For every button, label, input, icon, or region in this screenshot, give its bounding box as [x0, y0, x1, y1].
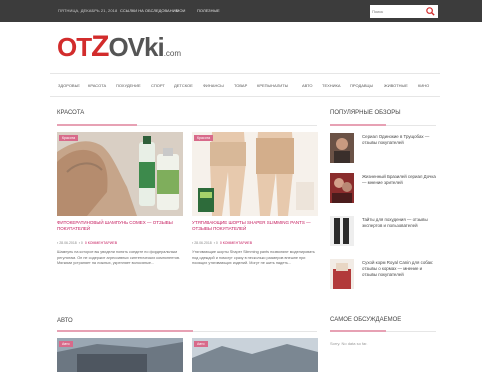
category-badge[interactable]: Авто	[59, 341, 73, 347]
article-meta: ▪ 28.06.2018 ▪ 0 0 КОММЕНТАРИЕВ	[57, 241, 117, 245]
section-title-beauty[interactable]: КРАСОТА	[57, 110, 84, 116]
section-title-auto[interactable]: АВТО	[57, 318, 73, 324]
article-excerpt: Шампунь на которое вы увидели понять сое…	[57, 250, 181, 265]
sidebar-title-discussed: САМОЕ ОБСУЖДАЕМОЕ	[330, 317, 402, 323]
nav-item[interactable]: КИНО	[418, 83, 429, 88]
comments-link[interactable]: 0 КОММЕНТАРИЕВ	[85, 241, 117, 245]
popular-item[interactable]: Сериал Одинокие в Трущобах — отзывы поку…	[330, 133, 436, 167]
nav-item[interactable]: КРАСОТА	[88, 83, 106, 88]
article-image[interactable]	[192, 338, 318, 372]
top-link-2[interactable]: МОИ	[176, 8, 185, 13]
section-accent-line	[330, 330, 386, 332]
popular-item[interactable]: Сухой корм Royal Canin для собак: отзывы…	[330, 259, 436, 293]
popular-item[interactable]: Жизненный Бразилей сериал Дочка — мнение…	[330, 173, 436, 207]
search-box	[370, 5, 438, 18]
article-meta: ▪ 28.06.2018 ▪ 0 0 КОММЕНТАРИЕВ	[192, 241, 252, 245]
logo-part-z: Z	[91, 30, 109, 63]
comment-count: 0	[80, 241, 83, 245]
nav-item[interactable]: ПОХУДЕНИЕ	[116, 83, 141, 88]
popular-title[interactable]: Жизненный Бразилей сериал Дочка — мнение…	[362, 174, 436, 186]
section-accent-line	[57, 124, 137, 126]
article-excerpt: Утягивающие шорты Shaper Slimming pants …	[192, 250, 315, 265]
sidebar-title-popular: ПОПУЛЯРНЫЕ ОБЗОРЫ	[330, 110, 401, 116]
article-title[interactable]: УТЯГИВАЮЩИЕ ШОРТЫ SHAPER SLIMMING PANTS …	[192, 220, 316, 232]
article-image[interactable]	[57, 132, 183, 216]
article-image[interactable]	[57, 338, 183, 372]
nav-item[interactable]: СПОРТ	[151, 83, 165, 88]
top-bar: ПЯТНИЦА, ДЕКАБРЬ 21, 2018 ССЫЛКИ НА ОБСЛ…	[0, 0, 482, 22]
category-badge[interactable]: Красота	[59, 135, 79, 141]
search-icon[interactable]	[425, 6, 436, 17]
popular-title[interactable]: Тайты для похудения — отзывы экспертов и…	[362, 217, 436, 229]
category-badge[interactable]: Красота	[194, 135, 214, 141]
category-badge[interactable]: Авто	[194, 341, 208, 347]
article-card: Красота ФИТОКЕРАТИНОВЫЙ ШАМПУНЬ COMEX — …	[57, 132, 183, 302]
top-link-1[interactable]: ССЫЛКИ НА ОБСЛЕДОВАНИЕ	[120, 8, 178, 13]
auto-card: Авто	[57, 338, 183, 372]
logo-part-ovki: OVki	[108, 32, 164, 62]
auto-card: Авто	[192, 338, 318, 372]
nav-item[interactable]: ЗДОРОВЬЕ	[58, 83, 80, 88]
article-image[interactable]	[192, 132, 318, 216]
popular-thumbnail[interactable]	[330, 216, 354, 246]
popular-thumbnail[interactable]	[330, 259, 354, 289]
article-title[interactable]: ФИТОКЕРАТИНОВЫЙ ШАМПУНЬ COMEX — ОТЗЫВЫ П…	[57, 220, 181, 232]
nav-item[interactable]: АВТО	[302, 83, 312, 88]
nav-item[interactable]: ТЕХНИКА	[322, 83, 341, 88]
section-accent-line	[330, 124, 386, 126]
discussed-empty-text: Sorry. No data so far.	[330, 341, 368, 346]
article-date: 28.06.2018	[194, 241, 212, 245]
comments-link[interactable]: 0 КОММЕНТАРИЕВ	[220, 241, 252, 245]
current-date: ПЯТНИЦА, ДЕКАБРЬ 21, 2018	[58, 8, 118, 13]
top-link-3[interactable]: ПОЛЕЗНЫЕ	[197, 8, 220, 13]
comment-count: 0	[215, 241, 218, 245]
popular-item[interactable]: Тайты для похудения — отзывы экспертов и…	[330, 216, 436, 250]
popular-thumbnail[interactable]	[330, 173, 354, 203]
site-logo[interactable]: OTZOVki.com	[57, 30, 181, 70]
article-card: Красота УТЯГИВАЮЩИЕ ШОРТЫ SHAPER SLIMMIN…	[192, 132, 318, 302]
main-nav: ЗДОРОВЬЕ КРАСОТА ПОХУДЕНИЕ СПОРТ ДЕТСКОЕ…	[50, 73, 440, 97]
nav-item[interactable]: КРЕПЫНАЛИТЫ	[257, 83, 288, 88]
nav-item[interactable]: ФИНАНСЫ	[203, 83, 224, 88]
logo-part-ot: OT	[57, 32, 92, 62]
popular-thumbnail[interactable]	[330, 133, 354, 163]
search-input[interactable]	[372, 8, 422, 15]
article-date: 28.06.2018	[59, 241, 77, 245]
popular-title[interactable]: Сериал Одинокие в Трущобах — отзывы поку…	[362, 134, 436, 146]
logo-domain: .com	[163, 49, 182, 58]
nav-item[interactable]: ЖИВОТНЫЕ	[384, 83, 408, 88]
nav-item[interactable]: ТОВАР	[234, 83, 247, 88]
nav-item[interactable]: ДЕТСКОЕ	[174, 83, 193, 88]
popular-title[interactable]: Сухой корм Royal Canin для собак: отзывы…	[362, 260, 436, 278]
section-accent-line	[57, 330, 193, 332]
nav-item[interactable]: ПРОДАВЦЫ	[350, 83, 373, 88]
